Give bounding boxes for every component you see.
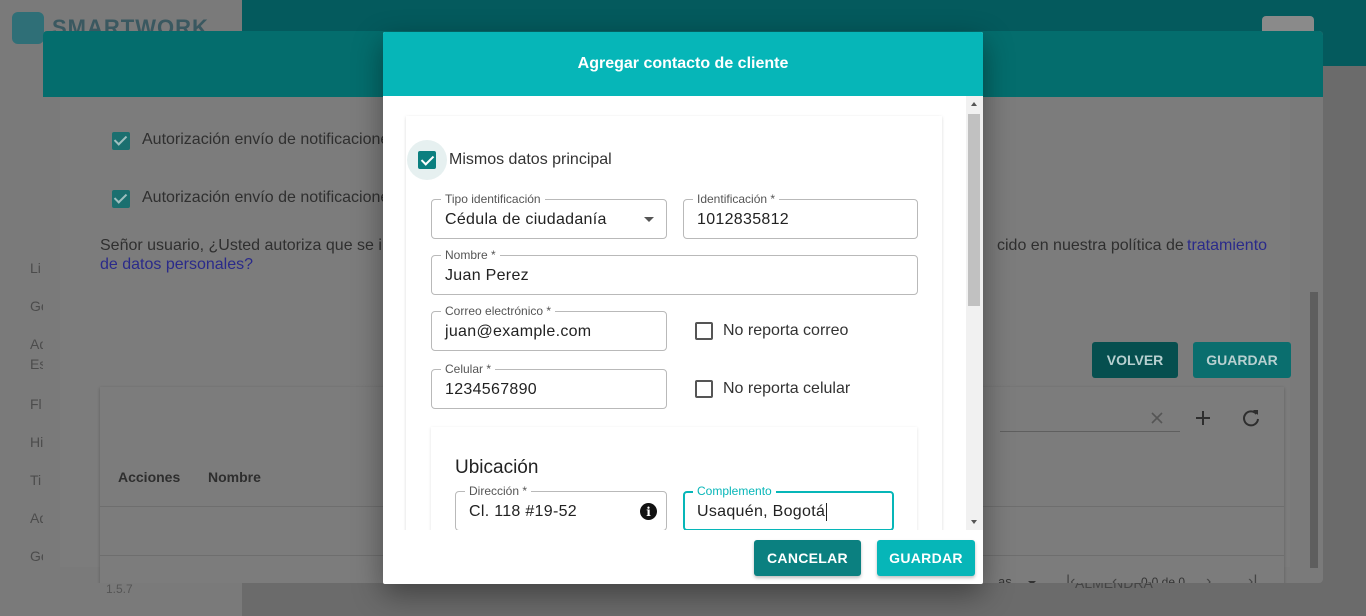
add-contact-modal: Agregar contacto de cliente Mismos datos…: [383, 32, 983, 584]
same-data-checkbox[interactable]: [418, 151, 436, 169]
id-type-select[interactable]: Tipo identificación Cédula de ciudadanía: [431, 192, 667, 239]
sidebar-item[interactable]: Hi: [30, 434, 43, 450]
text-caret: [826, 503, 828, 521]
sidebar-item[interactable]: Ti: [30, 472, 41, 488]
sidebar-item[interactable]: Li: [30, 260, 41, 276]
no-phone-checkbox[interactable]: [695, 380, 713, 398]
no-email-label: No reporta correo: [723, 322, 849, 339]
modal-scrollbar-thumb[interactable]: [968, 114, 980, 306]
info-icon[interactable]: i: [640, 503, 657, 520]
save-button[interactable]: GUARDAR: [877, 540, 975, 576]
name-field[interactable]: Nombre * Juan Perez: [431, 248, 918, 295]
auth-checkbox-1[interactable]: [112, 132, 130, 150]
complement-label: Complemento: [693, 484, 776, 498]
phone-field[interactable]: Celular * 1234567890: [431, 362, 667, 409]
plus-icon[interactable]: [1194, 409, 1212, 427]
no-phone-label: No reporta celular: [723, 380, 851, 397]
rows-per-page-label: as: [998, 574, 1012, 583]
auth-checkbox-2[interactable]: [112, 190, 130, 208]
no-email-checkbox[interactable]: [695, 322, 713, 340]
address-field[interactable]: Dirección * Cl. 118 #19-52 i: [455, 484, 667, 530]
close-icon[interactable]: [1150, 411, 1164, 425]
identification-field[interactable]: Identificación * 1012835812: [683, 192, 918, 239]
auth-label-1: Autorización envío de notificaciones: [142, 131, 398, 148]
background-scrollbar-thumb[interactable]: [1310, 292, 1318, 568]
modal-content: Mismos datos principal Tipo identificaci…: [383, 96, 983, 530]
identification-label: Identificación *: [693, 192, 780, 206]
identification-value: 1012835812: [697, 211, 789, 228]
policy-link[interactable]: tratamiento: [1187, 237, 1267, 255]
refresh-icon[interactable]: [1241, 408, 1261, 428]
complement-field[interactable]: Complemento Usaquén, Bogotá: [683, 484, 894, 530]
next-page-icon[interactable]: ›: [1206, 573, 1211, 583]
table-header-acciones: Acciones: [118, 469, 181, 485]
address-label: Dirección *: [465, 484, 532, 498]
complement-value-wrap: Usaquén, Bogotá: [697, 503, 828, 521]
modal-title: Agregar contacto de cliente: [577, 55, 789, 72]
logo-mark: [12, 12, 44, 44]
policy-link-2[interactable]: de datos personales?: [100, 256, 253, 274]
email-value: juan@example.com: [445, 323, 592, 340]
chevron-down-icon[interactable]: [644, 217, 654, 222]
location-title: Ubicación: [455, 457, 539, 478]
id-type-value: Cédula de ciudadanía: [445, 211, 607, 228]
app-version: 1.5.7: [106, 582, 133, 596]
cancel-button[interactable]: CANCELAR: [754, 540, 861, 576]
email-label: Correo electrónico *: [441, 304, 556, 318]
id-type-label: Tipo identificación: [441, 192, 545, 206]
phone-value: 1234567890: [445, 381, 537, 398]
table-header-nombre: Nombre: [208, 469, 261, 485]
modal-header: Agregar contacto de cliente: [383, 32, 983, 96]
checkbox-focus-ring: [407, 140, 447, 180]
name-value: Juan Perez: [445, 267, 529, 284]
background-save-button[interactable]: GUARDAR: [1193, 342, 1291, 378]
pagination-range: 0-0 de 0: [1141, 575, 1186, 583]
scroll-down-icon[interactable]: [971, 520, 977, 524]
scroll-up-icon[interactable]: [971, 102, 977, 106]
name-label: Nombre *: [441, 248, 500, 262]
address-value: Cl. 118 #19-52: [469, 503, 577, 520]
same-data-checkbox-wrap[interactable]: Mismos datos principal: [407, 140, 612, 180]
prev-page-icon[interactable]: ‹: [1112, 573, 1117, 583]
location-card: Ubicación Dirección * Cl. 118 #19-52 i C…: [431, 427, 917, 530]
contact-form-card: Mismos datos principal Tipo identificaci…: [406, 116, 942, 530]
email-field[interactable]: Correo electrónico * juan@example.com: [431, 304, 667, 351]
sidebar-item[interactable]: Fl: [30, 396, 42, 412]
policy-text-end: cido en nuestra política de: [997, 237, 1184, 254]
phone-label: Celular *: [441, 362, 496, 376]
chevron-down-icon[interactable]: [1028, 581, 1036, 583]
first-page-icon[interactable]: |‹: [1066, 573, 1075, 583]
search-underline: [1000, 431, 1180, 432]
policy-text-start: Señor usuario, ¿Usted autoriza que se in…: [100, 237, 412, 254]
complement-value: Usaquén, Bogotá: [697, 503, 826, 521]
no-phone-checkbox-wrap[interactable]: No reporta celular: [695, 380, 850, 398]
background-scrollbar[interactable]: [1307, 97, 1321, 583]
back-button[interactable]: VOLVER: [1092, 342, 1178, 378]
same-data-label: Mismos datos principal: [449, 151, 612, 168]
auth-label-2: Autorización envío de notificaciones: [142, 189, 398, 206]
last-page-icon[interactable]: ›|: [1248, 573, 1257, 583]
modal-scrollbar[interactable]: [966, 96, 983, 530]
no-email-checkbox-wrap[interactable]: No reporta correo: [695, 322, 848, 340]
